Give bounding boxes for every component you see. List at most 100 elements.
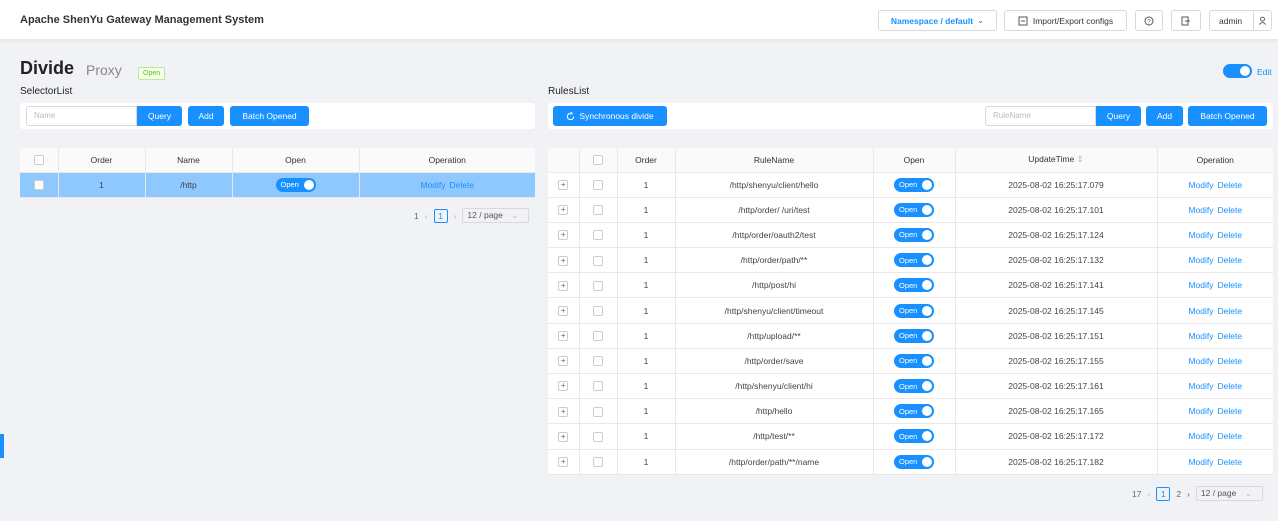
delete-link[interactable]: Delete <box>1217 331 1242 341</box>
edit-toggle[interactable] <box>1223 64 1252 78</box>
delete-link[interactable]: Delete <box>1217 457 1242 467</box>
open-switch[interactable]: Open <box>894 202 934 217</box>
prev-page-icon[interactable]: ‹ <box>1147 489 1150 499</box>
page-size-select[interactable]: 12 / page ⌄ <box>1195 486 1263 501</box>
open-switch[interactable]: Open <box>894 379 934 394</box>
open-switch[interactable]: Open <box>894 303 934 318</box>
open-switch[interactable]: Open <box>894 454 934 469</box>
expand-row-icon[interactable]: + <box>558 305 569 316</box>
row-checkbox[interactable] <box>593 230 603 241</box>
modify-link[interactable]: Modify <box>1188 230 1213 240</box>
row-checkbox[interactable] <box>593 457 603 468</box>
selector-batch-opened-button[interactable]: Batch Opened <box>230 106 309 126</box>
table-row[interactable]: +1/http/upload/** Open 2025-08-02 16:25:17… <box>548 323 1273 349</box>
expand-row-icon[interactable]: + <box>558 406 569 417</box>
open-switch[interactable]: Open <box>894 253 934 268</box>
open-switch[interactable]: Open <box>894 429 934 444</box>
open-switch[interactable]: Open <box>894 353 934 368</box>
sortable-column-header[interactable]: UpdateTime ⇕ <box>955 148 1158 173</box>
row-checkbox[interactable] <box>593 356 603 367</box>
import-export-button[interactable]: Import/Export configs <box>1004 10 1127 31</box>
namespace-dropdown[interactable]: Namespace / default ⌄ <box>878 10 997 31</box>
sort-icon[interactable]: ⇕ <box>1077 154 1084 164</box>
table-row[interactable]: 1 /http Open Modify Delete <box>20 172 535 198</box>
table-row[interactable]: +1/http/order/ /uri/test Open 2025-08-02 1… <box>548 197 1273 223</box>
row-checkbox[interactable] <box>593 179 603 190</box>
modify-link[interactable]: Modify <box>1188 356 1213 366</box>
rules-add-button[interactable]: Add <box>1146 106 1183 126</box>
delete-link[interactable]: Delete <box>1217 230 1242 240</box>
open-switch[interactable]: Open <box>894 278 934 293</box>
modify-link[interactable]: Modify <box>1188 306 1213 316</box>
row-checkbox[interactable] <box>593 381 603 392</box>
select-all-checkbox-cell[interactable] <box>579 148 618 173</box>
next-page-icon[interactable]: › <box>1187 489 1190 499</box>
checkbox[interactable] <box>593 155 603 166</box>
modify-link[interactable]: Modify <box>1188 381 1213 391</box>
open-switch[interactable]: Open <box>894 328 934 343</box>
logout-button[interactable] <box>1171 10 1201 31</box>
table-row[interactable]: +1/http/order/oauth2/test Open 2025-08-02 … <box>548 222 1273 249</box>
checkbox[interactable] <box>33 155 44 166</box>
expand-row-icon[interactable]: + <box>558 356 569 367</box>
modify-link[interactable]: Modify <box>1188 205 1213 215</box>
open-switch[interactable]: Open <box>894 404 934 419</box>
table-row[interactable]: +1/http/order/save Open 2025-08-02 16:25:1… <box>548 348 1273 375</box>
rules-query-button[interactable]: Query <box>1096 106 1141 126</box>
rules-batch-opened-button[interactable]: Batch Opened <box>1188 106 1267 126</box>
modify-link[interactable]: Modify <box>1188 180 1213 190</box>
table-row[interactable]: +1/http/order/path/**/name Open 2025-08-02… <box>548 449 1273 475</box>
row-checkbox[interactable] <box>593 305 603 316</box>
select-all-checkbox-cell[interactable] <box>20 148 59 173</box>
expand-row-icon[interactable]: + <box>558 255 569 266</box>
table-row[interactable]: +1/http/test/** Open 2025-08-02 16:25:17.1… <box>548 423 1273 450</box>
expand-row-icon[interactable]: + <box>558 381 569 392</box>
modify-link[interactable]: Modify <box>1188 406 1213 416</box>
selector-search-input[interactable]: Name <box>26 106 137 126</box>
next-page-icon[interactable]: › <box>454 211 457 221</box>
row-checkbox[interactable] <box>33 179 44 190</box>
expand-row-icon[interactable]: + <box>558 280 569 291</box>
rule-search-input[interactable]: RuleName <box>985 106 1096 126</box>
delete-link[interactable]: Delete <box>1217 356 1242 366</box>
expand-row-icon[interactable]: + <box>558 457 569 468</box>
table-row[interactable]: +1/http/hello Open 2025-08-02 16:25:17.165… <box>548 398 1273 425</box>
modify-link[interactable]: Modify <box>420 180 445 190</box>
modify-link[interactable]: Modify <box>1188 280 1213 290</box>
expand-row-icon[interactable]: + <box>558 431 569 442</box>
expand-row-icon[interactable]: + <box>558 230 569 241</box>
synchronous-divide-button[interactable]: Synchronous divide <box>553 106 667 126</box>
delete-link[interactable]: Delete <box>1217 406 1242 416</box>
row-checkbox[interactable] <box>593 255 603 266</box>
delete-link[interactable]: Delete <box>1217 255 1242 265</box>
row-checkbox[interactable] <box>593 406 603 417</box>
expand-row-icon[interactable]: + <box>558 179 569 190</box>
table-row[interactable]: +1/http/order/path/** Open 2025-08-02 16:2… <box>548 247 1273 274</box>
delete-link[interactable]: Delete <box>1217 381 1242 391</box>
page-1[interactable]: 1 <box>1156 486 1171 501</box>
modify-link[interactable]: Modify <box>1188 457 1213 467</box>
expand-row-icon[interactable]: + <box>558 331 569 342</box>
modify-link[interactable]: Modify <box>1188 255 1213 265</box>
user-menu[interactable]: admin <box>1209 10 1272 31</box>
open-switch[interactable]: Open <box>275 177 316 192</box>
page-1[interactable]: 1 <box>433 208 448 223</box>
row-checkbox[interactable] <box>593 205 603 216</box>
row-checkbox[interactable] <box>593 280 603 291</box>
delete-link[interactable]: Delete <box>1217 431 1242 441</box>
page-2[interactable]: 2 <box>1176 489 1181 499</box>
selector-query-button[interactable]: Query <box>137 106 182 126</box>
delete-link[interactable]: Delete <box>1217 180 1242 190</box>
selector-add-button[interactable]: Add <box>188 106 224 126</box>
modify-link[interactable]: Modify <box>1188 431 1213 441</box>
delete-link[interactable]: Delete <box>1217 205 1242 215</box>
table-row[interactable]: +1/http/post/hi Open 2025-08-02 16:25:17.1… <box>548 272 1273 299</box>
row-checkbox[interactable] <box>593 431 603 442</box>
table-row[interactable]: +1/http/shenyu/client/hi Open 2025-08-02 1… <box>548 373 1273 400</box>
expand-row-icon[interactable]: + <box>558 205 569 216</box>
prev-page-icon[interactable]: ‹ <box>425 211 428 221</box>
page-size-select[interactable]: 12 / page ⌄ <box>462 208 530 223</box>
delete-link[interactable]: Delete <box>1217 306 1242 316</box>
table-row[interactable]: +1/http/shenyu/client/timeout Open 2025-08… <box>548 297 1273 324</box>
modify-link[interactable]: Modify <box>1188 331 1213 341</box>
